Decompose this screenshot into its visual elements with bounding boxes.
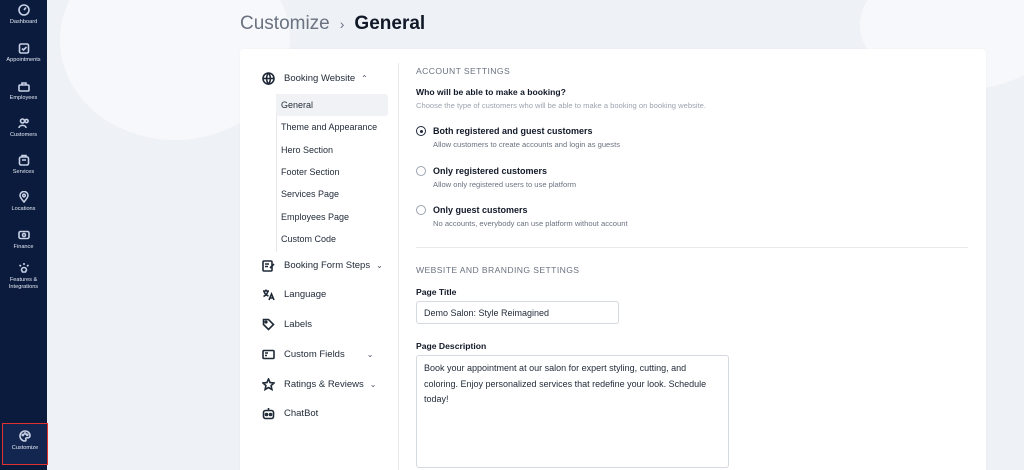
nav-item-employees[interactable]: Employees (0, 80, 47, 116)
page-description-textarea[interactable]: Book your appointment at our salon for e… (416, 355, 729, 468)
menu-custom-fields[interactable]: Custom Fields ⌄ (262, 348, 373, 361)
location-pin-icon (18, 191, 29, 203)
page-title-label: Page Title (416, 287, 457, 297)
dashboard-icon (17, 4, 30, 16)
employees-icon (17, 82, 30, 92)
option-description: Allow only registered users to use platf… (433, 180, 577, 189)
nav-item-label: Finance (13, 244, 34, 250)
menu-ratings-reviews[interactable]: Ratings & Reviews ⌄ (262, 378, 376, 391)
chevron-up-icon: ⌃ (361, 74, 368, 83)
nav-item-label: Features & Integrations (8, 277, 39, 290)
menu-label: Labels (284, 319, 312, 330)
nav-item-customize[interactable]: Customize (2, 423, 48, 465)
submenu-item-services-page[interactable]: Services Page (276, 183, 388, 205)
section-divider (416, 247, 968, 248)
booking-question-hint: Choose the type of customers who will be… (416, 101, 706, 110)
nav-item-label: Employees (9, 95, 38, 101)
globe-icon (262, 72, 275, 85)
option-title[interactable]: Only guest customers (433, 205, 528, 215)
custom-fields-icon (262, 349, 275, 360)
finance-icon (17, 230, 30, 240)
breadcrumb-parent[interactable]: Customize (240, 13, 330, 35)
option-description: Allow customers to create accounts and l… (433, 140, 620, 149)
nav-item-services[interactable]: Services (0, 154, 47, 190)
palette-icon (19, 430, 31, 442)
nav-item-label: Locations (11, 206, 36, 212)
page-title-input[interactable]: Demo Salon: Style Reimagined (416, 301, 619, 324)
submenu-item-general[interactable]: General (276, 94, 388, 116)
menu-language[interactable]: Language (262, 288, 326, 301)
menu-label: Booking Website (284, 73, 356, 84)
nav-item-customers[interactable]: Customers (0, 117, 47, 153)
translate-icon (263, 289, 275, 301)
calendar-check-icon (18, 43, 29, 54)
nav-item-label: Services (12, 169, 35, 175)
chatbot-icon (262, 408, 275, 420)
nav-item-appointments[interactable]: Appointments (0, 42, 47, 78)
chevron-down-icon: ⌄ (369, 380, 377, 389)
radio-both-customers[interactable] (416, 126, 426, 136)
menu-label: Language (284, 289, 327, 300)
services-icon (18, 154, 29, 166)
menu-label: ChatBot (284, 408, 319, 419)
tag-icon (262, 318, 275, 331)
option-title[interactable]: Only registered customers (433, 166, 547, 176)
menu-labels[interactable]: Labels (262, 318, 312, 331)
left-navigation: Dashboard Appointments Employees Custome… (0, 0, 48, 470)
branding-settings-title: WEBSITE AND BRANDING SETTINGS (416, 265, 580, 275)
submenu-item-theme[interactable]: Theme and Appearance (276, 116, 388, 138)
sparkle-icon (18, 263, 29, 273)
breadcrumb-separator-icon: › (339, 16, 345, 32)
booking-question: Who will be able to make a booking? (416, 87, 566, 97)
nav-item-label: Appointments (6, 57, 41, 63)
submenu-item-employees-page[interactable]: Employees Page (276, 206, 388, 228)
nav-item-label: Customize (11, 445, 39, 451)
option-title[interactable]: Both registered and guest customers (433, 126, 593, 136)
page-description-label: Page Description (416, 341, 487, 351)
nav-item-label: Dashboard (9, 19, 38, 25)
nav-item-features-integrations[interactable]: Features & Integrations (0, 262, 47, 298)
radio-registered-only[interactable] (416, 166, 426, 176)
radio-guest-only[interactable] (416, 205, 426, 215)
submenu-item-hero[interactable]: Hero Section (276, 139, 388, 161)
nav-item-finance[interactable]: Finance (0, 229, 47, 265)
menu-chatbot[interactable]: ChatBot (262, 407, 318, 420)
page-title: General (354, 13, 426, 34)
menu-booking-form-steps[interactable]: Booking Form Steps ⌄ (262, 259, 383, 272)
submenu-item-custom-code[interactable]: Custom Code (276, 228, 388, 250)
menu-label: Custom Fields (284, 349, 345, 360)
form-edit-icon (262, 260, 275, 272)
submenu-item-footer[interactable]: Footer Section (276, 161, 388, 183)
menu-label: Booking Form Steps (284, 260, 371, 271)
chevron-down-icon: ⌄ (376, 261, 383, 270)
star-icon (262, 378, 275, 391)
nav-item-label: Customers (9, 132, 38, 138)
account-settings-title: ACCOUNT SETTINGS (416, 66, 511, 76)
breadcrumb: Customize › General (240, 11, 425, 37)
menu-label: Ratings & Reviews (284, 379, 364, 390)
menu-booking-website[interactable]: Booking Website ⌃ (262, 72, 368, 85)
nav-item-dashboard[interactable]: Dashboard (0, 4, 47, 40)
option-description: No accounts, everybody can use platform … (433, 219, 628, 228)
vertical-divider (398, 63, 399, 470)
nav-item-locations[interactable]: Locations (0, 191, 47, 227)
customers-icon (17, 118, 29, 129)
chevron-down-icon: ⌄ (366, 350, 374, 359)
